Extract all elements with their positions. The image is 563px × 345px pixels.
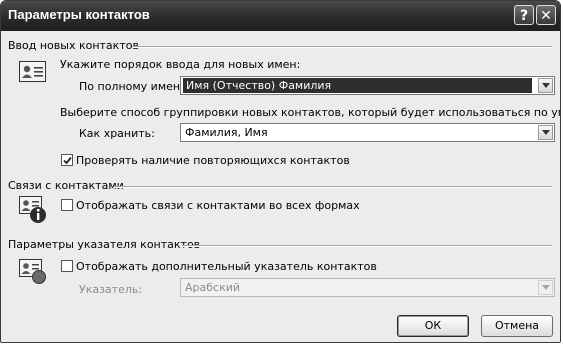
chevron-down-icon[interactable]: [538, 280, 553, 295]
section-divider: [114, 186, 552, 188]
index-label: Указатель:: [79, 283, 143, 296]
cancel-button[interactable]: Отмена: [481, 315, 553, 337]
section-new-contacts-heading: Ввод новых контактов: [8, 39, 139, 52]
close-button[interactable]: ✕: [536, 5, 556, 25]
dialog-title: Параметры контактов: [8, 7, 150, 22]
check-duplicates-checkbox[interactable]: [61, 154, 73, 166]
section-divider: [182, 245, 552, 247]
contact-index-icon: [19, 259, 47, 285]
chevron-down-icon[interactable]: [538, 125, 553, 140]
ok-button[interactable]: ОК: [397, 315, 469, 337]
help-button[interactable]: ?: [514, 5, 534, 25]
full-name-order-value: Имя (Отчество) Фамилия: [183, 78, 532, 93]
name-order-prompt: Укажите порядок ввода для новых имен:: [60, 58, 301, 71]
contact-info-icon: [19, 196, 47, 223]
index-dropdown[interactable]: Арабский: [180, 278, 555, 297]
contact-card-icon: [19, 61, 47, 87]
save-as-value: Фамилия, Имя: [185, 126, 268, 139]
title-bar: Параметры контактов ? ✕: [1, 1, 560, 31]
save-as-dropdown[interactable]: Фамилия, Имя: [180, 123, 555, 142]
full-name-order-dropdown[interactable]: Имя (Отчество) Фамилия: [180, 76, 555, 95]
show-index-label[interactable]: Отображать дополнительный указатель конт…: [76, 260, 377, 273]
show-links-checkbox[interactable]: [61, 199, 73, 211]
section-index-heading: Параметры указателя контактов: [8, 238, 201, 251]
chevron-down-icon[interactable]: [538, 78, 553, 93]
check-duplicates-label[interactable]: Проверять наличие повторяющихся контакто…: [76, 154, 350, 167]
contact-options-dialog: Параметры контактов ? ✕ Ввод новых конта…: [0, 0, 561, 343]
index-value: Арабский: [185, 281, 241, 294]
checkmark-icon: [63, 156, 72, 165]
full-name-label: По полному имени:: [79, 80, 191, 93]
save-as-label: Как хранить:: [79, 127, 155, 140]
section-linking-heading: Связи с контактами: [8, 179, 124, 192]
section-divider: [132, 46, 552, 48]
help-icon: ?: [519, 8, 529, 24]
show-links-label[interactable]: Отображать связи с контактами во всех фо…: [76, 199, 360, 212]
close-icon: ✕: [540, 8, 552, 24]
grouping-prompt: Выберите способ группировки новых контак…: [60, 106, 560, 119]
show-index-checkbox[interactable]: [61, 260, 73, 272]
